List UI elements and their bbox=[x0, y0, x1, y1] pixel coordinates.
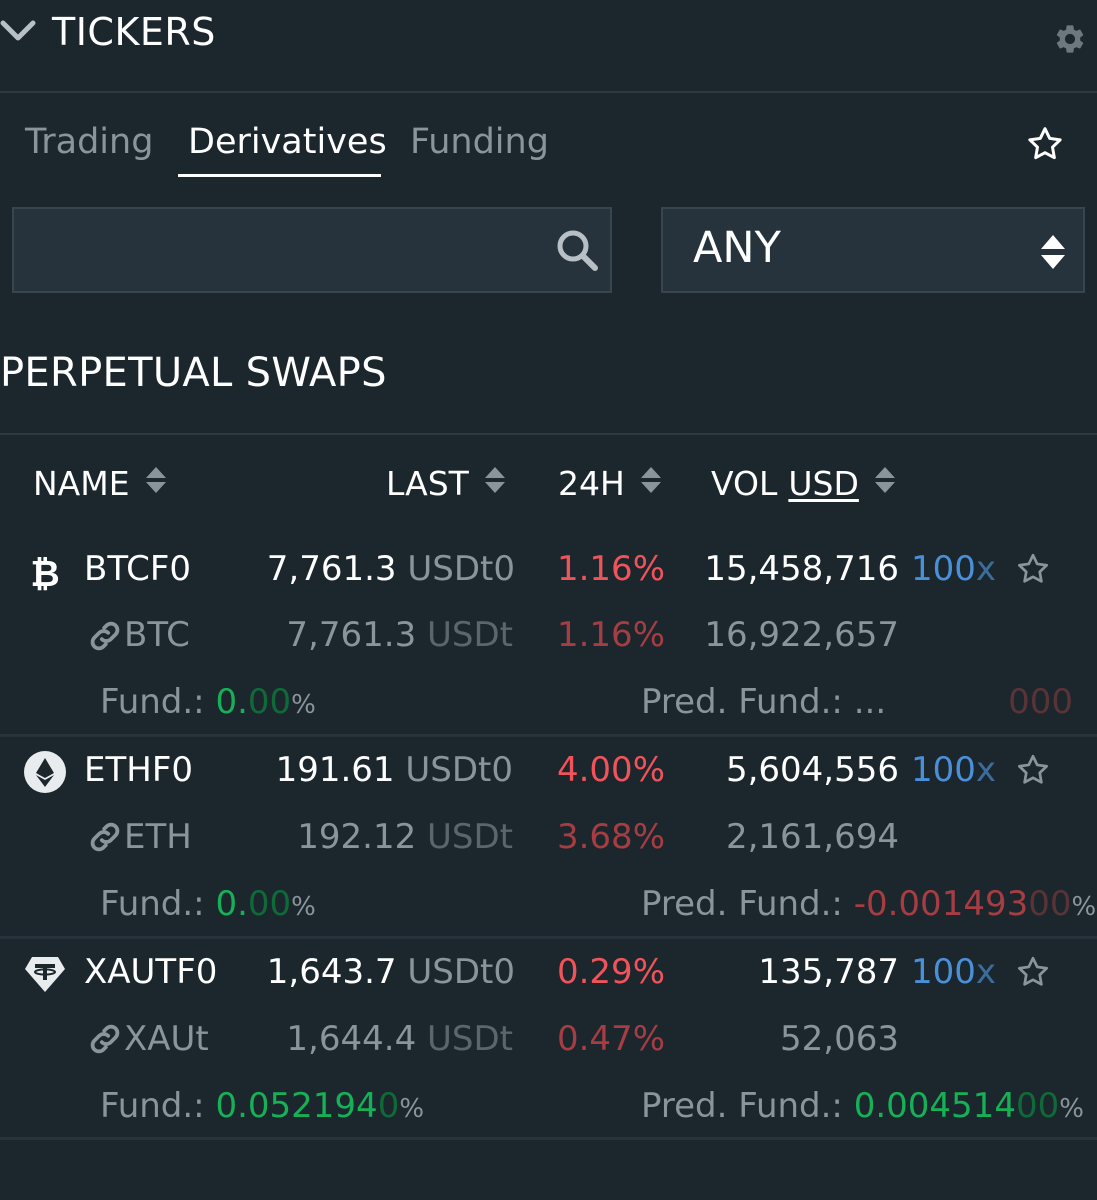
bitcoin-icon: ₿ bbox=[27, 553, 63, 597]
collapse-chevron-icon[interactable] bbox=[0, 18, 36, 50]
leverage-badge: 100x bbox=[911, 952, 997, 992]
search-icon[interactable] bbox=[554, 227, 600, 277]
change-24h: 4.00% bbox=[556, 750, 665, 790]
leverage-badge: 100x bbox=[911, 549, 997, 589]
column-header-volume-label: VOL bbox=[711, 464, 778, 503]
change-24h: 1.16% bbox=[556, 549, 665, 589]
sort-icon bbox=[873, 464, 897, 503]
gear-icon[interactable] bbox=[1053, 22, 1087, 60]
header-divider bbox=[0, 91, 1097, 93]
column-header-24h-label: 24H bbox=[558, 464, 625, 503]
reference-symbol: BTC bbox=[124, 615, 190, 655]
last-price: 1,643.7 USDt0 bbox=[266, 952, 515, 992]
filter-select[interactable]: ANY bbox=[661, 207, 1085, 293]
column-header-last[interactable]: LAST bbox=[386, 464, 507, 503]
funding-rate: Fund.: 0.00% bbox=[100, 682, 316, 722]
volume-unit-toggle[interactable]: USD bbox=[788, 464, 859, 503]
volume: 15,458,716 bbox=[704, 549, 899, 589]
tab-derivatives[interactable]: Derivatives bbox=[188, 122, 387, 162]
ethereum-icon bbox=[24, 751, 66, 797]
search-input[interactable] bbox=[24, 219, 544, 281]
column-header-24h[interactable]: 24H bbox=[558, 464, 663, 503]
ticker-symbol[interactable]: BTCF0 bbox=[84, 549, 191, 589]
tether-gold-icon bbox=[24, 954, 66, 998]
reference-symbol: XAUt bbox=[124, 1019, 209, 1059]
sort-icon bbox=[144, 464, 168, 503]
leverage-badge: 100x bbox=[911, 750, 997, 790]
last-price: 7,761.3 USDt0 bbox=[266, 549, 515, 589]
predicted-funding: Pred. Fund.: ... bbox=[641, 682, 887, 722]
favorites-star-icon[interactable] bbox=[1025, 124, 1065, 168]
section-divider bbox=[0, 433, 1097, 435]
reference-volume: 2,161,694 bbox=[725, 817, 899, 857]
reference-symbol: ETH bbox=[124, 817, 192, 857]
active-tab-indicator bbox=[178, 174, 381, 177]
column-header-volume[interactable]: VOL USD bbox=[711, 464, 897, 503]
ticker-symbol[interactable]: XAUTF0 bbox=[84, 952, 217, 992]
link-icon bbox=[86, 1020, 124, 1062]
select-arrows-icon bbox=[1039, 233, 1067, 275]
sort-icon bbox=[483, 464, 507, 503]
reference-change-24h: 0.47% bbox=[556, 1019, 665, 1059]
funding-rate: Fund.: 0.00% bbox=[100, 884, 316, 924]
reference-change-24h: 3.68% bbox=[556, 817, 665, 857]
column-header-name-label: NAME bbox=[33, 464, 130, 503]
tab-funding[interactable]: Funding bbox=[410, 122, 549, 162]
tab-trading[interactable]: Trading bbox=[25, 122, 153, 162]
volume: 135,787 bbox=[758, 952, 899, 992]
predicted-funding: Pred. Fund.: 0.00451400% bbox=[641, 1086, 1084, 1126]
row-divider bbox=[0, 734, 1097, 737]
column-header-last-label: LAST bbox=[386, 464, 469, 503]
reference-last-price: 192.12 USDt bbox=[297, 817, 513, 857]
change-24h: 0.29% bbox=[556, 952, 665, 992]
column-header-name[interactable]: NAME bbox=[33, 464, 168, 503]
search-field[interactable] bbox=[12, 207, 612, 293]
ticker-symbol[interactable]: ETHF0 bbox=[84, 750, 193, 790]
row-divider bbox=[0, 1137, 1097, 1140]
link-icon bbox=[86, 818, 124, 860]
reference-volume: 16,922,657 bbox=[704, 615, 899, 655]
volume: 5,604,556 bbox=[725, 750, 899, 790]
reference-last-price: 1,644.4 USDt bbox=[286, 1019, 513, 1059]
reference-volume: 52,063 bbox=[780, 1019, 899, 1059]
funding-rate: Fund.: 0.0521940% bbox=[100, 1086, 425, 1126]
predicted-funding-trail: 000 bbox=[1008, 682, 1073, 722]
section-title: PERPETUAL SWAPS bbox=[0, 350, 387, 396]
filter-select-value: ANY bbox=[693, 223, 781, 273]
svg-text:₿: ₿ bbox=[30, 554, 59, 593]
reference-change-24h: 1.16% bbox=[556, 615, 665, 655]
favorite-star-icon[interactable] bbox=[1015, 752, 1051, 792]
favorite-star-icon[interactable] bbox=[1015, 551, 1051, 591]
sort-icon bbox=[639, 464, 663, 503]
favorite-star-icon[interactable] bbox=[1015, 954, 1051, 994]
predicted-funding: Pred. Fund.: -0.00149300% bbox=[641, 884, 1097, 924]
last-price: 191.61 USDt0 bbox=[275, 750, 513, 790]
panel-title: TICKERS bbox=[52, 10, 216, 54]
link-icon bbox=[86, 617, 124, 659]
row-divider bbox=[0, 936, 1097, 939]
reference-last-price: 7,761.3 USDt bbox=[286, 615, 513, 655]
